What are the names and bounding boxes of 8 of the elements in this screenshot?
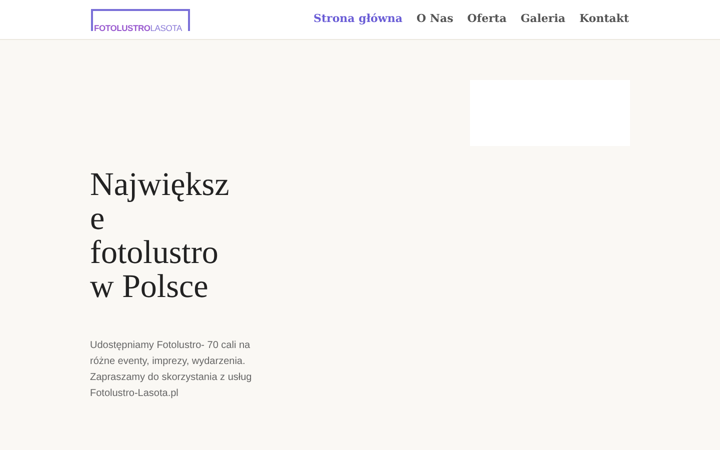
hero-heading: Największe fotolustro w Polsce [90,168,230,304]
nav-link[interactable]: Oferta [467,11,507,28]
hero-text: Udostępniamy Fotolustro- 70 cali na różne eventy, imprezy, wydarzenia. Zapraszamy do skorzystania z usług Fotolustro-Lasota.pl [90,339,252,401]
nav-link[interactable]: O Nas [416,11,454,28]
logo[interactable]: FOTOLUSTROLASOTA [91,8,190,30]
nav-link[interactable]: Kontakt [579,11,629,28]
nav-link[interactable]: Galeria [520,11,566,28]
nav-link[interactable]: Strona główna [314,11,402,28]
